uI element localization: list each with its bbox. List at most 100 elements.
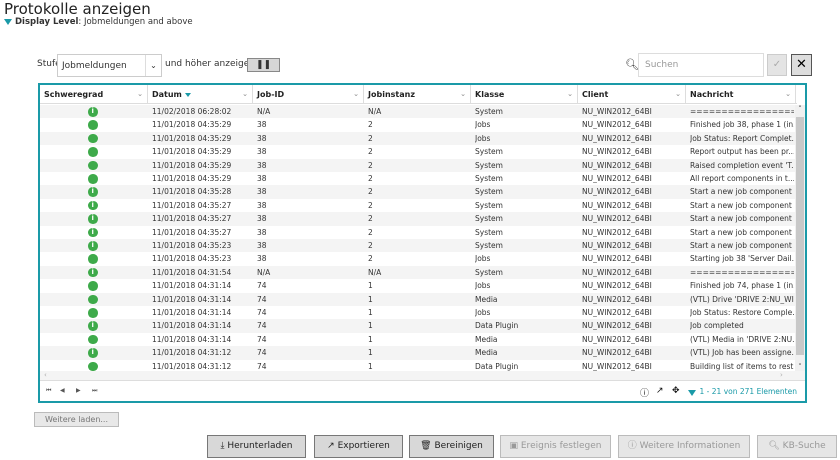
cell-klasse: Media [475,348,498,358]
download-button[interactable]: ⤓ Herunterladen [207,435,306,458]
cell-klasse: System [475,147,503,157]
cleanup-button[interactable]: 🗑︎ Bereinigen [409,435,494,458]
column-menu-icon[interactable]: ⌄ [675,90,681,98]
column-header-jobinstanz[interactable]: Jobinstanz ⌄ [364,85,471,104]
column-menu-icon[interactable]: ⌄ [785,90,791,98]
columns-icon[interactable]: ✥ [672,386,680,396]
search-input[interactable]: Suchen [638,53,764,77]
cell-jobinstanz: 1 [368,281,373,291]
scroll-down-icon[interactable]: ˅ [795,363,805,371]
cell-datum: 11/01/2018 04:31:14 [152,281,232,291]
cell-client: NU_WIN2012_64BI [582,174,652,183]
cell-job-id: 38 [257,241,267,250]
apply-search-button[interactable]: ✓ [767,54,787,76]
cell-klasse: System [475,187,503,197]
table-row[interactable]: 11/01/2018 04:31:14 74 1 Jobs NU_WIN2012_64B… [40,279,795,292]
success-icon [88,281,98,291]
column-header-client[interactable]: Client ⌄ [578,85,686,104]
cell-jobinstanz: 2 [368,160,373,170]
more-info-button[interactable]: ⓘ Weitere Informationen [618,435,750,458]
cell-klasse: System [475,160,503,170]
table-row[interactable]: 11/01/2018 04:31:14 74 1 Media NU_WIN2012_64… [40,333,795,346]
cell-job-id: 38 [257,147,267,157]
column-menu-icon[interactable]: ⌄ [353,90,359,98]
column-menu-icon[interactable]: ⌄ [242,90,248,98]
cell-jobinstanz: 2 [368,200,373,210]
cell-jobinstanz: 2 [368,120,373,130]
table-row[interactable]: 11/01/2018 04:35:29 38 2 System NU_WIN2012_6… [40,158,795,172]
export-button[interactable]: ↗ Exportieren [314,435,403,458]
cell-job-id: N/A [257,107,271,116]
cell-klasse: System [475,214,503,224]
cell-nachricht: Building list of items to rest... [690,361,794,371]
column-header-nachricht[interactable]: Nachricht ⌄ [686,85,796,104]
cell-jobinstanz: N/A [368,107,382,116]
column-header-job-id[interactable]: Job-ID ⌄ [253,85,364,104]
cell-job-id: 38 [257,133,267,143]
table-row[interactable]: 11/01/2018 04:35:29 38 2 Jobs NU_WIN2012_64B… [40,131,795,146]
cell-nachricht: Finished job 38, phase 1 (in... [690,120,794,130]
search-icon: 🔍︎ [625,58,639,71]
cell-nachricht: All report components in t... [690,174,794,183]
table-row[interactable]: 11/01/2018 04:31:12 74 1 Data Plugin NU_WIN2… [40,360,795,371]
cell-jobinstanz: 2 [368,241,373,250]
column-header-klasse[interactable]: Klasse ⌄ [471,85,578,104]
export-icon[interactable]: ↗ [656,386,664,396]
table-row[interactable]: i 11/01/2018 04:31:54 N/A N/A System NU_WIN20… [40,265,795,280]
kb-search-button[interactable]: 🔍︎ KB-Suche [757,435,837,458]
pause-button[interactable]: ❚❚ [247,58,280,72]
column-header-schweregrad[interactable]: Schweregrad ⌄ [40,85,148,104]
cell-client: NU_WIN2012_64BI [582,361,652,371]
table-row[interactable]: i 11/01/2018 04:35:27 38 2 System NU_WIN2012_… [40,212,795,226]
table-row[interactable]: 11/01/2018 04:35:29 38 2 Jobs NU_WIN2012_64B… [40,118,795,131]
column-menu-icon[interactable]: ⌄ [460,90,466,98]
cell-client: NU_WIN2012_64BI [582,281,652,291]
table-row[interactable]: 11/01/2018 04:35:29 38 2 System NU_WIN2012_6… [40,145,795,158]
table-row[interactable]: 11/01/2018 04:35:29 38 2 System NU_WIN2012_6… [40,172,795,185]
table-row[interactable]: i 11/01/2018 04:35:27 38 2 System NU_WIN2012_… [40,199,795,212]
cell-client: NU_WIN2012_64BI [582,321,652,331]
table-row[interactable]: 11/01/2018 04:31:14 74 1 Jobs NU_WIN2012_64B… [40,306,795,319]
load-more-button[interactable]: Weitere laden... [34,412,119,427]
cell-client: NU_WIN2012_64BI [582,107,652,116]
column-menu-icon[interactable]: ⌄ [567,90,573,98]
cell-nachricht: =========================... [690,107,794,116]
cell-client: NU_WIN2012_64BI [582,294,652,304]
column-menu-icon[interactable]: ⌄ [137,90,143,98]
cell-klasse: System [475,200,503,210]
cell-datum: 11/01/2018 04:31:12 [152,348,232,358]
column-header-datum[interactable]: Datum ⌄ [148,85,253,104]
scroll-thumb[interactable] [796,117,804,355]
horizontal-scrollbar[interactable]: ‹ › [40,371,805,381]
cell-datum: 11/01/2018 04:31:14 [152,321,232,331]
table-row[interactable]: i 11/01/2018 04:31:12 74 1 Media NU_WIN2012_6… [40,346,795,360]
grid-header: Schweregrad ⌄ Datum ⌄ Job-ID ⌄ Jobinstanz ⌄ Klas… [40,85,797,104]
prev-page-button[interactable]: ◀ [60,387,65,394]
table-row[interactable]: i 11/01/2018 04:35:23 38 2 System NU_WIN2012_… [40,239,795,253]
vertical-scrollbar[interactable]: ˄ ˅ [795,105,805,371]
success-icon [88,120,98,130]
cell-client: NU_WIN2012_64BI [582,267,652,277]
cell-jobinstanz: 2 [368,133,373,143]
next-page-button[interactable]: ▶ [76,387,81,394]
cell-job-id: N/A [257,267,271,277]
table-row[interactable]: i 11/02/2018 06:28:02 N/A N/A System NU_WIN20… [40,105,795,119]
last-page-button[interactable]: ⏭ [92,387,97,395]
table-row[interactable]: i 11/01/2018 04:35:27 38 2 System NU_WIN2012_… [40,226,795,239]
cell-nachricht: =========================... [690,267,794,277]
info-icon[interactable]: ⓘ [640,386,649,399]
info-icon: i [88,321,98,331]
clear-search-button[interactable]: ✕ [791,54,812,76]
cell-klasse: System [475,107,503,116]
level-select[interactable]: Jobmeldungen ⌄ [57,54,162,77]
info-icon: i [88,267,98,278]
table-row[interactable]: 11/01/2018 04:31:14 74 1 Media NU_WIN2012_64… [40,292,795,306]
set-event-button[interactable]: ▣ Ereignis festlegen [500,435,611,458]
scroll-up-icon[interactable]: ˄ [795,105,805,113]
first-page-button[interactable]: ⏮ [46,387,51,395]
table-row[interactable]: i 11/01/2018 04:31:14 74 1 Data Plugin NU_WIN… [40,319,795,333]
table-row[interactable]: i 11/01/2018 04:35:28 38 2 System NU_WIN2012_… [40,185,795,199]
table-row[interactable]: 11/01/2018 04:35:23 38 2 Jobs NU_WIN2012_64B… [40,252,795,265]
cell-klasse: Data Plugin [475,321,519,331]
filter-icon[interactable] [688,388,699,398]
